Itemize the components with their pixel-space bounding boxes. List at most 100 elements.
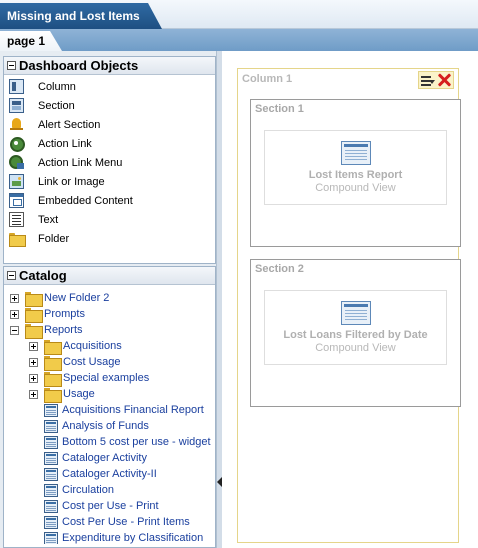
tree-item-report[interactable]: Cost per Use - Print [4, 498, 215, 514]
section-title: Section 1 [255, 103, 304, 115]
expand-icon[interactable] [29, 389, 38, 399]
report-icon [44, 435, 58, 449]
report-icon [44, 419, 58, 433]
tree-item-label[interactable]: Special examples [63, 372, 149, 384]
tree-item-label[interactable]: Reports [44, 324, 83, 336]
tree-item-report[interactable]: Expenditure by Classification [4, 530, 215, 544]
folder-icon [44, 387, 62, 403]
tree-item-folder[interactable]: New Folder 2 [4, 290, 215, 307]
section-container[interactable]: Section 1 Lost Items Report Compound Vie… [250, 99, 461, 247]
column-title: Column 1 [242, 73, 293, 85]
tree-item-folder[interactable]: Acquisitions [4, 338, 215, 355]
object-item-section[interactable]: Section [4, 96, 215, 115]
folder-icon [25, 291, 43, 307]
dashboard-objects-header[interactable]: Dashboard Objects [4, 57, 215, 75]
tree-item-label[interactable]: Usage [63, 388, 95, 400]
collapse-icon[interactable] [10, 325, 19, 335]
folder-icon [9, 231, 26, 247]
object-item-action-link-menu[interactable]: Action Link Menu [4, 153, 215, 172]
gear-link-icon [9, 136, 25, 152]
object-item-text[interactable]: Text [4, 210, 215, 229]
gear-menu-icon [9, 155, 24, 170]
column-toolbar [418, 71, 454, 89]
tree-item-label[interactable]: Analysis of Funds [62, 420, 149, 432]
expand-icon[interactable] [10, 309, 19, 319]
tree-item-folder[interactable]: Usage [4, 386, 215, 403]
catalog-panel: Catalog New Folder 2 Prompts Reports Acq… [3, 266, 216, 548]
expand-icon[interactable] [10, 293, 19, 303]
object-item-label: Link or Image [38, 175, 105, 188]
collapse-icon[interactable] [7, 271, 16, 280]
report-icon [44, 467, 58, 481]
delete-icon[interactable] [437, 73, 451, 87]
object-item-column[interactable]: Column [4, 77, 215, 96]
object-item-label: Text [38, 213, 59, 226]
object-item-embedded-content[interactable]: Embedded Content [4, 191, 215, 210]
dashboard-objects-title: Dashboard Objects [19, 58, 139, 73]
text-icon [9, 212, 24, 227]
compound-view-icon [340, 301, 371, 325]
tree-item-label[interactable]: Cost Per Use - Print Items [62, 516, 190, 528]
folder-icon [44, 339, 62, 355]
tree-item-folder[interactable]: Prompts [4, 306, 215, 323]
tree-item-label[interactable]: Circulation [62, 484, 114, 496]
object-item-label: Action Link Menu [38, 156, 123, 169]
report-icon [44, 451, 58, 465]
title-bar: Missing and Lost Items [0, 0, 478, 29]
expand-icon[interactable] [29, 373, 38, 383]
view-type: Compound View [315, 182, 396, 194]
expand-icon[interactable] [29, 357, 38, 367]
tree-item-label[interactable]: Cost Usage [63, 356, 120, 368]
tree-item-label[interactable]: New Folder 2 [44, 292, 109, 304]
object-item-folder[interactable]: Folder [4, 229, 215, 248]
expand-icon[interactable] [29, 341, 38, 351]
section-icon [9, 98, 24, 113]
section-container[interactable]: Section 2 Lost Loans Filtered by Date Co… [250, 259, 461, 407]
tree-item-label[interactable]: Acquisitions Financial Report [62, 404, 204, 416]
dashboard-title: Missing and Lost Items [7, 9, 140, 23]
catalog-title: Catalog [19, 268, 67, 283]
page-layout-area: Column 1 Section 1 Lost Items Report Com… [222, 51, 478, 548]
tree-item-folder[interactable]: Cost Usage [4, 354, 215, 371]
tree-item-label[interactable]: Acquisitions [63, 340, 122, 352]
view-name: Lost Loans Filtered by Date [283, 329, 428, 341]
tree-item-report[interactable]: Circulation [4, 482, 215, 498]
collapse-icon[interactable] [7, 61, 16, 70]
view-type: Compound View [315, 342, 396, 354]
object-item-action-link[interactable]: Action Link [4, 134, 215, 153]
tree-item-folder[interactable]: Special examples [4, 370, 215, 387]
dashboard-title-tab[interactable]: Missing and Lost Items [0, 3, 162, 29]
report-icon [44, 403, 58, 417]
view-name: Lost Items Report [308, 169, 403, 181]
compound-view-icon [340, 141, 371, 165]
tree-item-report[interactable]: Cataloger Activity [4, 450, 215, 466]
folder-icon [25, 307, 43, 323]
tree-item-label[interactable]: Cataloger Activity [62, 452, 147, 464]
catalog-header[interactable]: Catalog [4, 267, 215, 285]
object-item-label: Alert Section [38, 118, 101, 131]
tree-item-report[interactable]: Analysis of Funds [4, 418, 215, 434]
column-container[interactable]: Column 1 Section 1 Lost Items Report Com… [237, 68, 461, 543]
left-pane: Dashboard Objects Column Section Alert S… [0, 51, 222, 548]
object-item-label: Column [38, 80, 76, 93]
tree-item-label[interactable]: Cost per Use - Print [62, 500, 159, 512]
tree-item-label[interactable]: Bottom 5 cost per use - widget [62, 436, 211, 448]
tree-item-label[interactable]: Expenditure by Classification [62, 532, 203, 544]
object-item-link-or-image[interactable]: Link or Image [4, 172, 215, 191]
tree-item-folder[interactable]: Reports [4, 322, 215, 339]
report-icon [44, 515, 58, 529]
properties-menu-icon[interactable] [420, 75, 435, 86]
view-placeholder[interactable]: Lost Loans Filtered by Date Compound Vie… [264, 290, 447, 365]
report-icon [44, 483, 58, 497]
object-item-alert-section[interactable]: Alert Section [4, 115, 215, 134]
tab-page-1[interactable]: page 1 [0, 31, 62, 51]
tree-item-report[interactable]: Bottom 5 cost per use - widget [4, 434, 215, 450]
view-placeholder[interactable]: Lost Items Report Compound View [264, 130, 447, 205]
tree-item-label[interactable]: Prompts [44, 308, 85, 320]
tree-item-report[interactable]: Cataloger Activity-II [4, 466, 215, 482]
image-icon [9, 174, 24, 189]
tree-item-report[interactable]: Acquisitions Financial Report [4, 402, 215, 418]
tree-item-label[interactable]: Cataloger Activity-II [62, 468, 157, 480]
bell-icon [9, 117, 24, 132]
tree-item-report[interactable]: Cost Per Use - Print Items [4, 514, 215, 530]
